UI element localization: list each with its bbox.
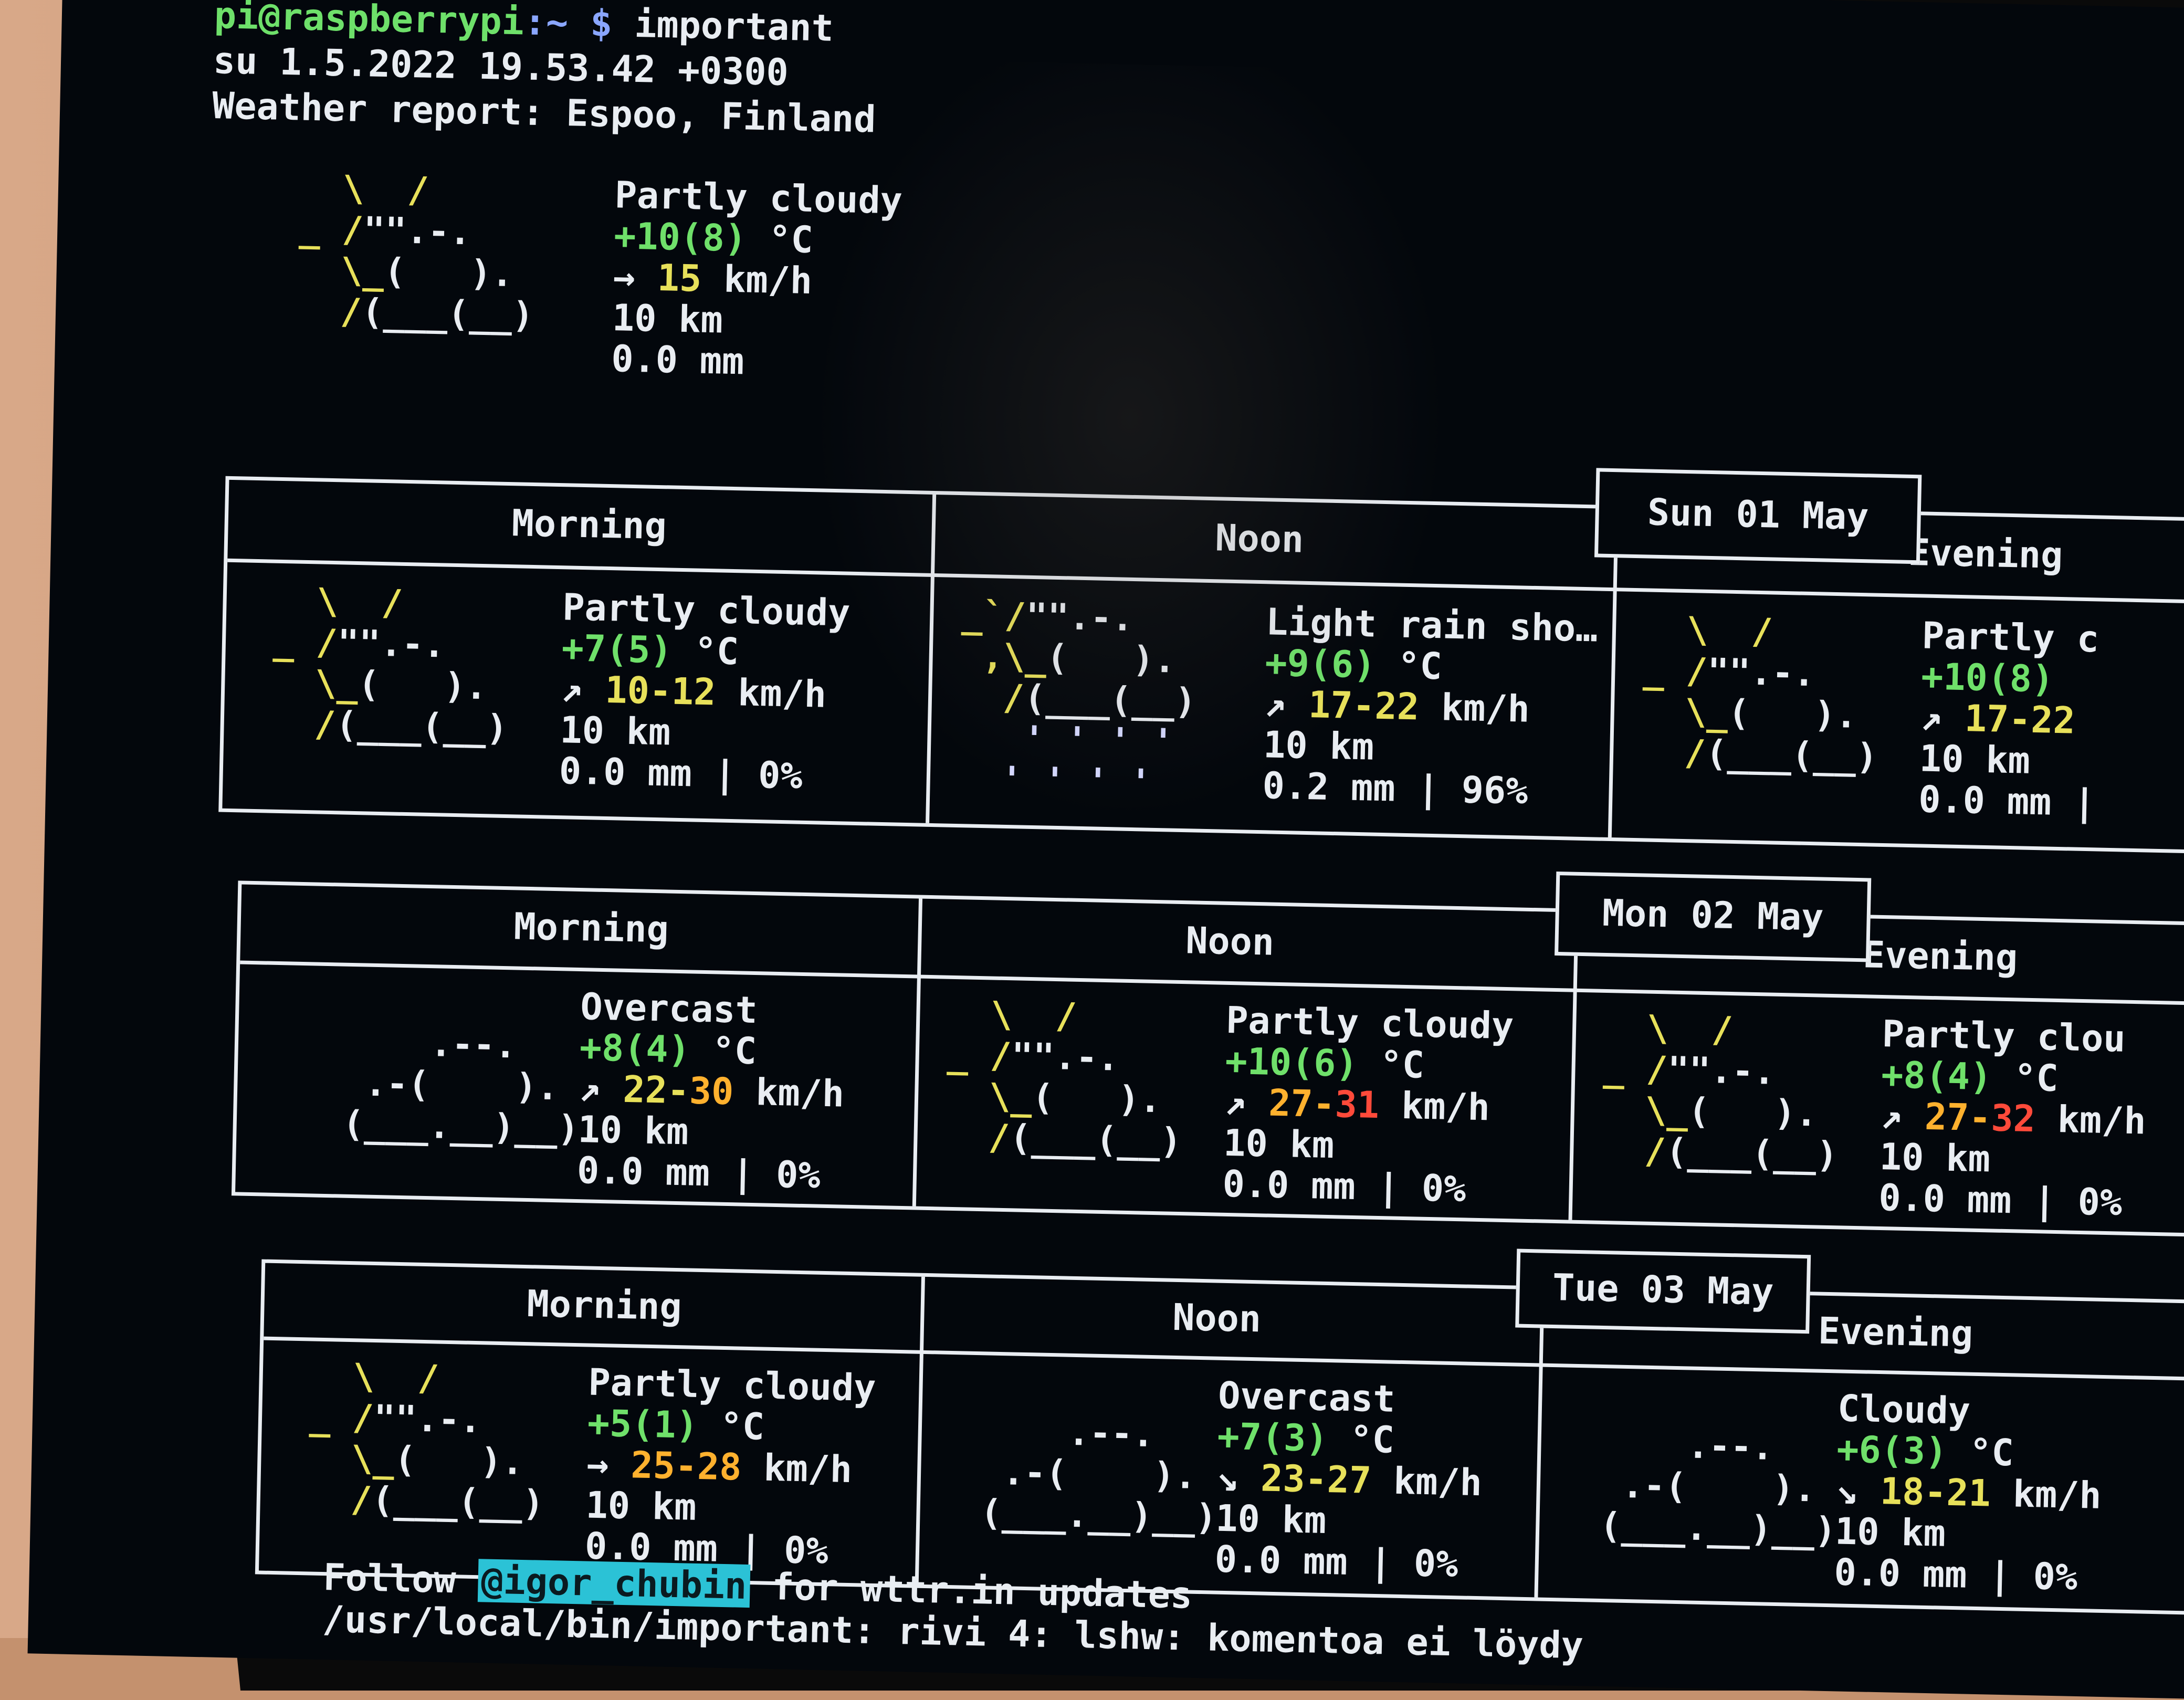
period-noon-label: Noon: [1172, 1295, 1262, 1341]
date-label-day3: Tue 03 May: [1515, 1248, 1811, 1334]
period-noon-label: Noon: [1185, 919, 1275, 964]
noon-weather-info: Partly cloudy +10(6) °C ↗ 27-31 km/h 10 …: [1222, 998, 1514, 1211]
current-wind-arrow: →: [612, 255, 636, 299]
evening-weather-icon: \ / _ /"".-. \_( ). /(___(__): [1641, 608, 1878, 778]
prompt-user: pi@raspberrypi: [214, 0, 524, 44]
period-morning-label: Morning: [511, 501, 667, 548]
current-weather-info: Partly cloudy +10(8) °C → 15 km/h 10 km …: [611, 173, 903, 383]
period-evening-label: Evening: [1907, 530, 2064, 578]
noon-weather-icon: \ / _ /"".-. \_( ). /(___(__): [944, 993, 1182, 1163]
period-morning-label: Morning: [513, 905, 669, 951]
forecast-table-day2: Morning Noon Evening .--. .-( ). (___.__…: [231, 880, 2184, 1239]
morning-overcast-icon: .--. .-( ). (___.__)__): [299, 979, 580, 1150]
morning-weather-icon: \ / _ /"".-. \_( ). /(___(__): [270, 580, 508, 750]
evening-weather-info: Partly c +10(8) ↗ 17-22 10 km 0.0 mm |: [1918, 614, 2099, 825]
date-label-day1: Sun 01 May: [1594, 468, 1922, 564]
current-weather-icon: \ / _ /"".-. \_( ). /(___(__): [297, 167, 534, 337]
prompt-command: important: [612, 2, 834, 50]
current-precip: 0.0 mm: [611, 337, 745, 383]
period-evening-label: Evening: [1862, 933, 2019, 980]
evening-weather-info: Cloudy +6(3) °C ↘ 18-21 km/h 10 km 0.0 m…: [1833, 1387, 2102, 1599]
date-label-day2: Mon 02 May: [1555, 871, 1872, 962]
period-morning-label: Morning: [526, 1282, 682, 1329]
prompt-path: :~ $: [523, 0, 613, 45]
current-wind: 15: [657, 256, 702, 300]
evening-cloudy-icon: .--. .-( ). (___.__)__): [1556, 1381, 1837, 1552]
evening-weather-info: Partly clou +8(4) °C ↗ 27-32 km/h 10 km …: [1878, 1012, 2147, 1224]
current-temp: +10(8): [613, 214, 748, 260]
period-noon-label: Noon: [1214, 516, 1304, 561]
morning-weather-info: Partly cloudy +5(1) °C → 25-28 km/h 10 k…: [584, 1360, 877, 1573]
morning-weather-info: Partly cloudy +7(5) °C ↗ 10-12 km/h 10 k…: [559, 585, 851, 797]
noon-weather-info: Light rain sho… +9(6) °C ↗ 17-22 km/h 10…: [1262, 600, 1599, 813]
noon-weather-info: Overcast +7(3) °C ↘ 23-27 km/h 10 km 0.0…: [1214, 1373, 1483, 1586]
noon-rain-icon: _`/"".-. ,\_( ). /(___(__) ' ' ' ' ' ' '…: [958, 594, 1197, 804]
current-visibility: 10 km: [612, 296, 723, 342]
noon-overcast-icon: .--. .-( ). (___.__)__): [937, 1368, 1217, 1539]
terminal-screen[interactable]: pi@raspberrypi:~ $ important su 1.5.2022…: [27, 0, 2184, 1699]
morning-weather-icon: \ / _ /"".-. \_( ). /(___(__): [307, 1355, 544, 1525]
evening-weather-icon: \ / _ /"".-. \_( ). /(___(__): [1601, 1006, 1839, 1177]
morning-weather-info: Overcast +8(4) °C ↗ 22-30 km/h 10 km 0.0…: [576, 985, 845, 1197]
period-evening-label: Evening: [1818, 1309, 1973, 1356]
